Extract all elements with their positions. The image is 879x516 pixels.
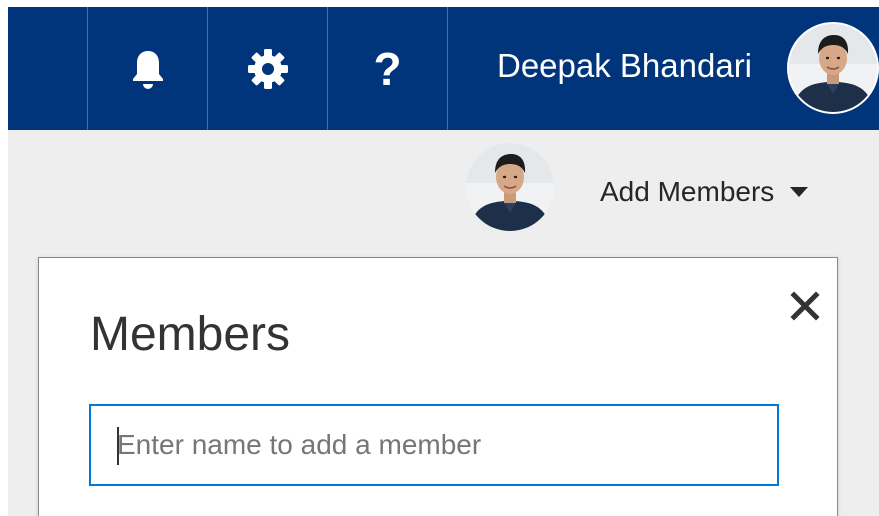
group-member-avatar[interactable]: [466, 143, 554, 231]
add-members-dropdown[interactable]: Add Members: [600, 172, 809, 212]
settings-button[interactable]: [208, 7, 327, 130]
divider: [447, 7, 448, 130]
avatar-photo: [789, 24, 877, 112]
close-button[interactable]: [785, 288, 825, 328]
text-cursor: [117, 427, 119, 465]
user-name[interactable]: Deepak Bhandari: [497, 44, 752, 88]
avatar-photo: [466, 143, 554, 231]
gear-icon: [246, 47, 290, 91]
page: ? Deepak Bhandari Add Members Members En…: [0, 0, 879, 516]
close-icon: [790, 290, 820, 326]
add-members-label: Add Members: [600, 176, 775, 207]
add-member-input[interactable]: [89, 404, 779, 486]
question-icon: ?: [373, 42, 402, 95]
bell-icon: [129, 48, 167, 90]
panel-title: Members: [90, 308, 291, 361]
notifications-button[interactable]: [88, 7, 207, 130]
user-avatar[interactable]: [787, 22, 879, 114]
members-panel: Members: [38, 257, 838, 516]
help-button[interactable]: ?: [328, 7, 447, 130]
caret-down-icon: [790, 187, 809, 197]
